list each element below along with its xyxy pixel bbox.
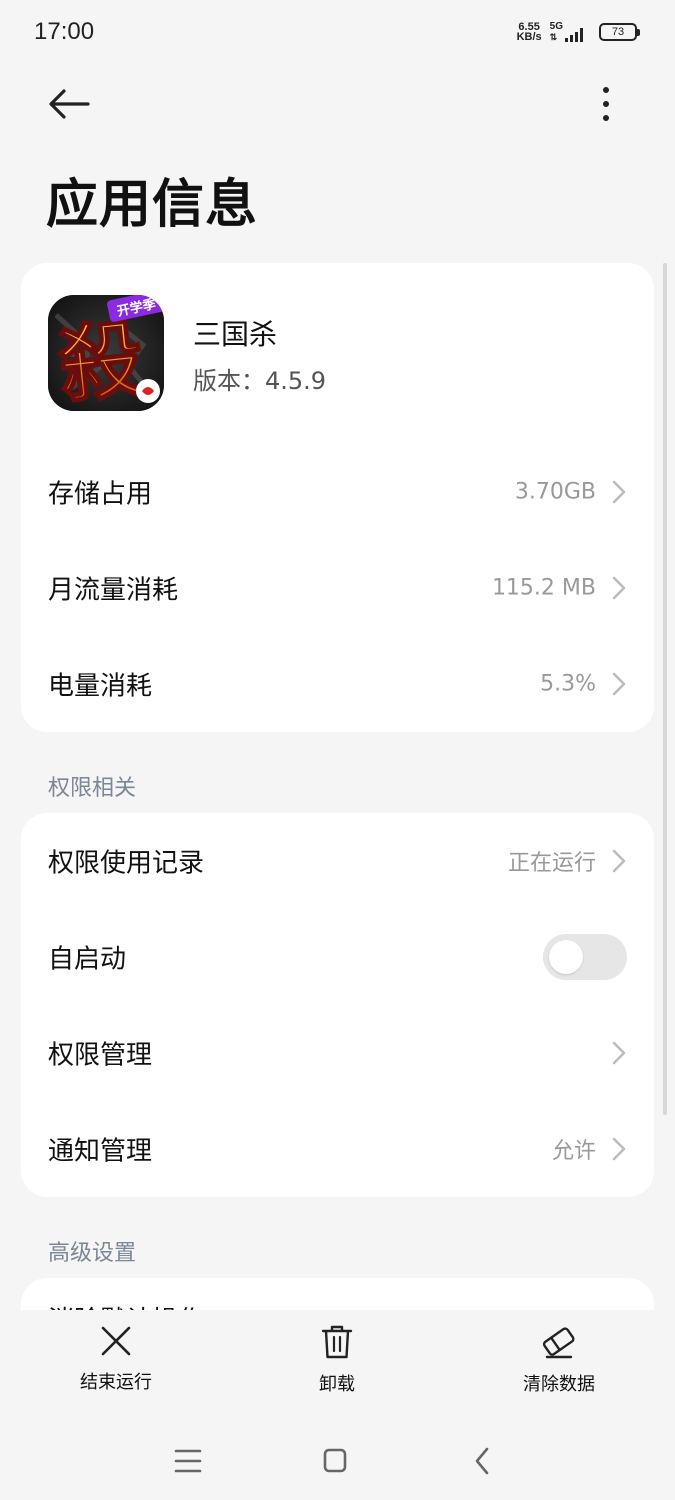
chevron-right-icon [612, 1041, 626, 1065]
eraser-icon [542, 1327, 575, 1359]
app-version: 版本：4.5.9 [193, 367, 327, 395]
autostart-toggle[interactable] [543, 934, 627, 980]
chevron-right-icon [612, 672, 626, 696]
network-type-label: 5G [549, 21, 563, 32]
chevron-right-icon [612, 480, 626, 504]
page-title: 应用信息 [46, 175, 259, 235]
battery-level: 73 [611, 26, 625, 38]
section-title-advanced: 高级设置 [48, 1241, 137, 1266]
close-x-icon [101, 1326, 131, 1356]
chevron-right-icon [612, 1137, 626, 1161]
signal-bars-icon [565, 28, 583, 42]
row-label: 自启动 [48, 944, 127, 975]
network-speed: 6.55 KB/s [516, 22, 542, 43]
network-type: 5G ⇅ [549, 21, 563, 43]
app-info-card: 殺 开学季 三国杀 版本：4.5.9 存储占用 3.70GB 月流量消耗 115… [21, 263, 654, 732]
chevron-left-icon [475, 1447, 489, 1475]
system-nav-bar [0, 1430, 675, 1490]
home-square-icon [323, 1448, 347, 1473]
menu-icon [174, 1449, 202, 1473]
row-label: 权限使用记录 [48, 848, 205, 879]
back-button[interactable] [44, 84, 94, 124]
more-vertical-icon [603, 87, 609, 121]
data-arrows-icon: ⇅ [549, 32, 557, 42]
app-icon: 殺 开学季 [48, 295, 164, 411]
row-permission-history[interactable]: 权限使用记录 正在运行 [21, 813, 654, 909]
home-button[interactable] [315, 1446, 355, 1476]
trash-icon [321, 1325, 353, 1359]
clear-data-button[interactable]: 清除数据 [489, 1324, 629, 1404]
top-bar [0, 72, 675, 136]
toggle-knob [549, 940, 583, 974]
status-icons: 6.55 KB/s 5G ⇅ 73 [516, 20, 640, 44]
arrow-left-icon [49, 89, 90, 119]
network-speed-unit: KB/s [516, 31, 542, 43]
status-bar: 17:00 6.55 KB/s 5G ⇅ 73 [0, 0, 675, 64]
action-label: 结束运行 [80, 1372, 152, 1393]
row-autostart: 自启动 [21, 909, 654, 1005]
row-permission-management[interactable]: 权限管理 [21, 1005, 654, 1101]
action-label: 清除数据 [523, 1374, 595, 1395]
row-value: 允许 [551, 1139, 596, 1164]
signal-indicator: 5G ⇅ [550, 22, 583, 42]
row-value: 正在运行 [507, 851, 596, 876]
row-label: 存储占用 [48, 479, 153, 510]
scrollbar[interactable] [663, 263, 667, 1115]
svg-text:殺: 殺 [54, 308, 148, 411]
row-label: 通知管理 [48, 1136, 153, 1167]
row-label: 电量消耗 [48, 671, 153, 702]
status-time: 17:00 [34, 18, 95, 45]
recent-apps-button[interactable] [168, 1446, 208, 1476]
uninstall-button[interactable]: 卸载 [267, 1324, 407, 1404]
app-name: 三国杀 [193, 318, 278, 351]
chevron-right-icon [612, 849, 626, 873]
row-storage[interactable]: 存储占用 3.70GB [21, 444, 654, 540]
chevron-right-icon [612, 576, 626, 600]
battery-icon: 73 [599, 23, 640, 41]
row-value: 115.2 MB [491, 575, 596, 601]
row-label: 权限管理 [48, 1040, 153, 1071]
more-options-button[interactable] [590, 84, 622, 124]
row-notification-management[interactable]: 通知管理 允许 [21, 1101, 654, 1197]
permissions-card: 权限使用记录 正在运行 自启动 权限管理 通知管理 允许 [21, 813, 654, 1197]
app-logo-icon: 殺 开学季 [48, 295, 164, 411]
row-battery-usage[interactable]: 电量消耗 5.3% [21, 636, 654, 732]
force-stop-button[interactable]: 结束运行 [46, 1324, 186, 1404]
row-label: 月流量消耗 [48, 575, 179, 606]
action-label: 卸载 [319, 1374, 355, 1395]
row-value: 5.3% [540, 671, 596, 697]
row-data-usage[interactable]: 月流量消耗 115.2 MB [21, 540, 654, 636]
nav-back-button[interactable] [462, 1446, 502, 1476]
section-title-permissions: 权限相关 [48, 776, 137, 801]
app-header: 殺 开学季 三国杀 版本：4.5.9 [21, 263, 654, 443]
row-value: 3.70GB [514, 479, 596, 505]
